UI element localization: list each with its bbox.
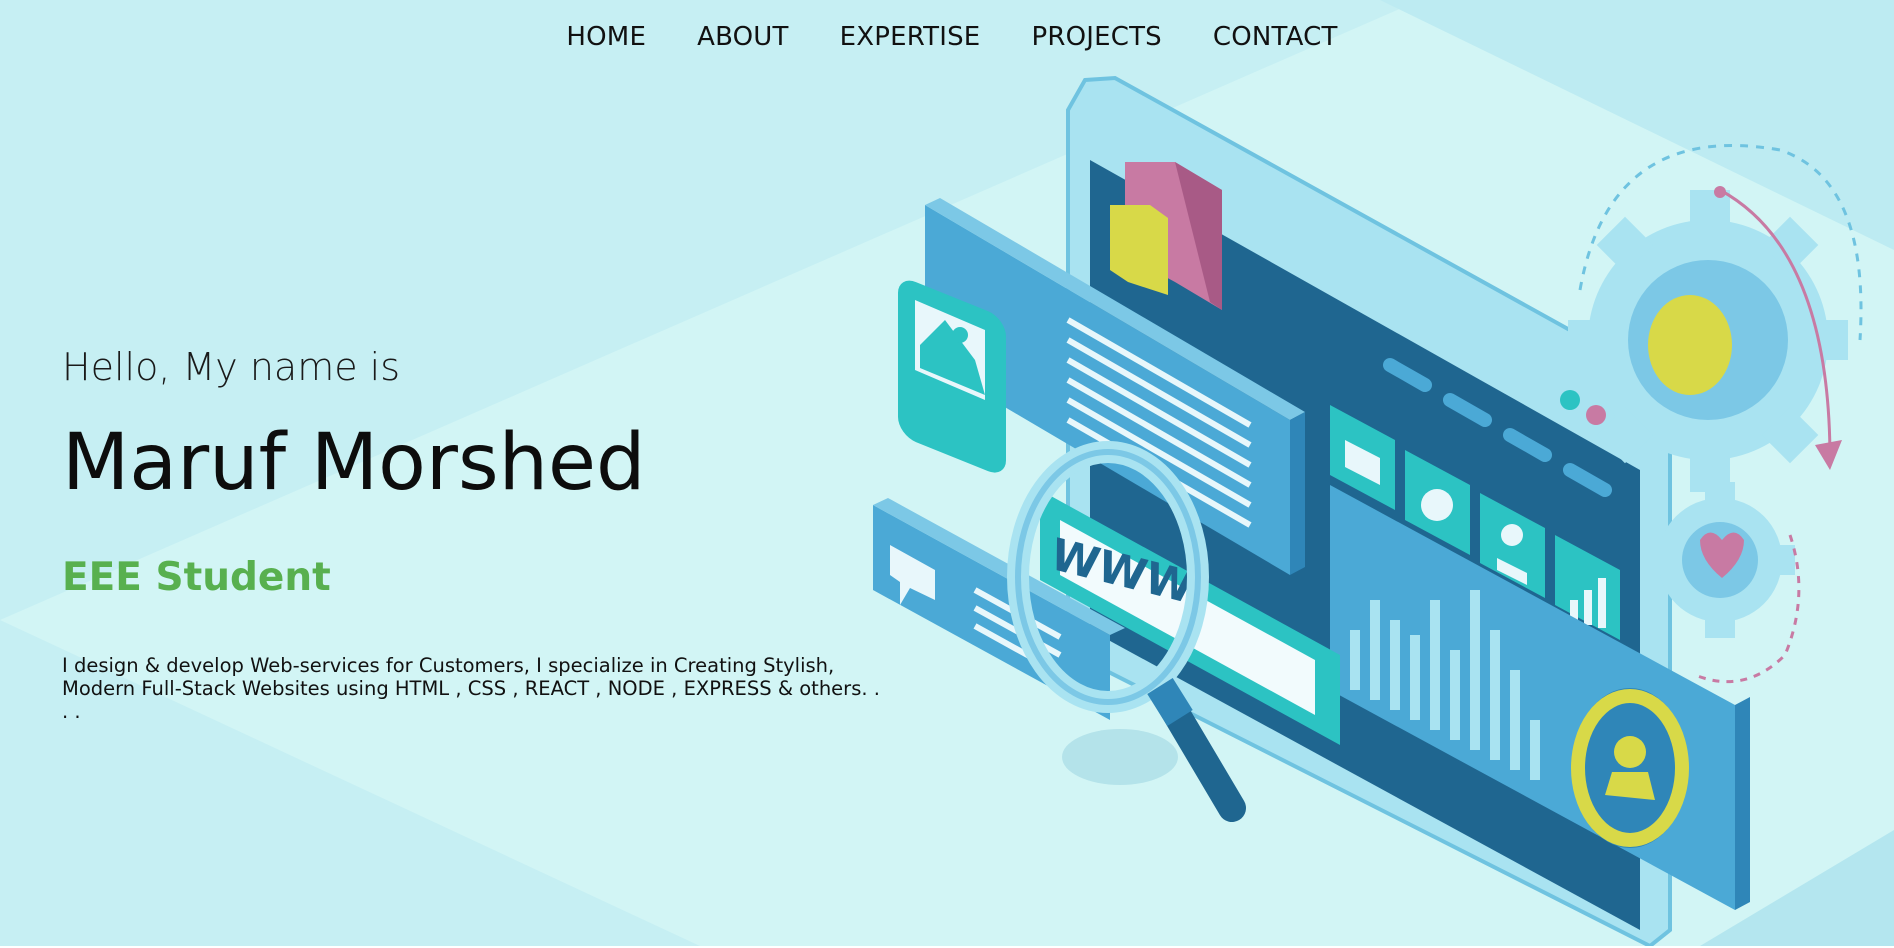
nav-home[interactable]: HOME [566, 22, 646, 52]
hero-section: HOME ABOUT EXPERTISE PROJECTS CONTACT He… [0, 0, 1894, 946]
intro-block: Hello, My name is [62, 345, 400, 389]
nav-projects[interactable]: PROJECTS [1031, 22, 1161, 52]
description-text: I design & develop Web-services for Cust… [62, 654, 880, 723]
greeting-text: Hello, My name is [62, 345, 401, 389]
nav-expertise[interactable]: EXPERTISE [840, 22, 981, 52]
gear-icon [1568, 190, 1848, 492]
main-nav: HOME ABOUT EXPERTISE PROJECTS CONTACT [0, 22, 1894, 52]
web-development-illustration: WWW [873, 75, 1863, 946]
person-name: Maruf Morshed [62, 418, 646, 508]
nav-contact[interactable]: CONTACT [1213, 22, 1338, 52]
role-title: EEE Student [62, 555, 331, 600]
nav-about[interactable]: ABOUT [697, 22, 789, 52]
